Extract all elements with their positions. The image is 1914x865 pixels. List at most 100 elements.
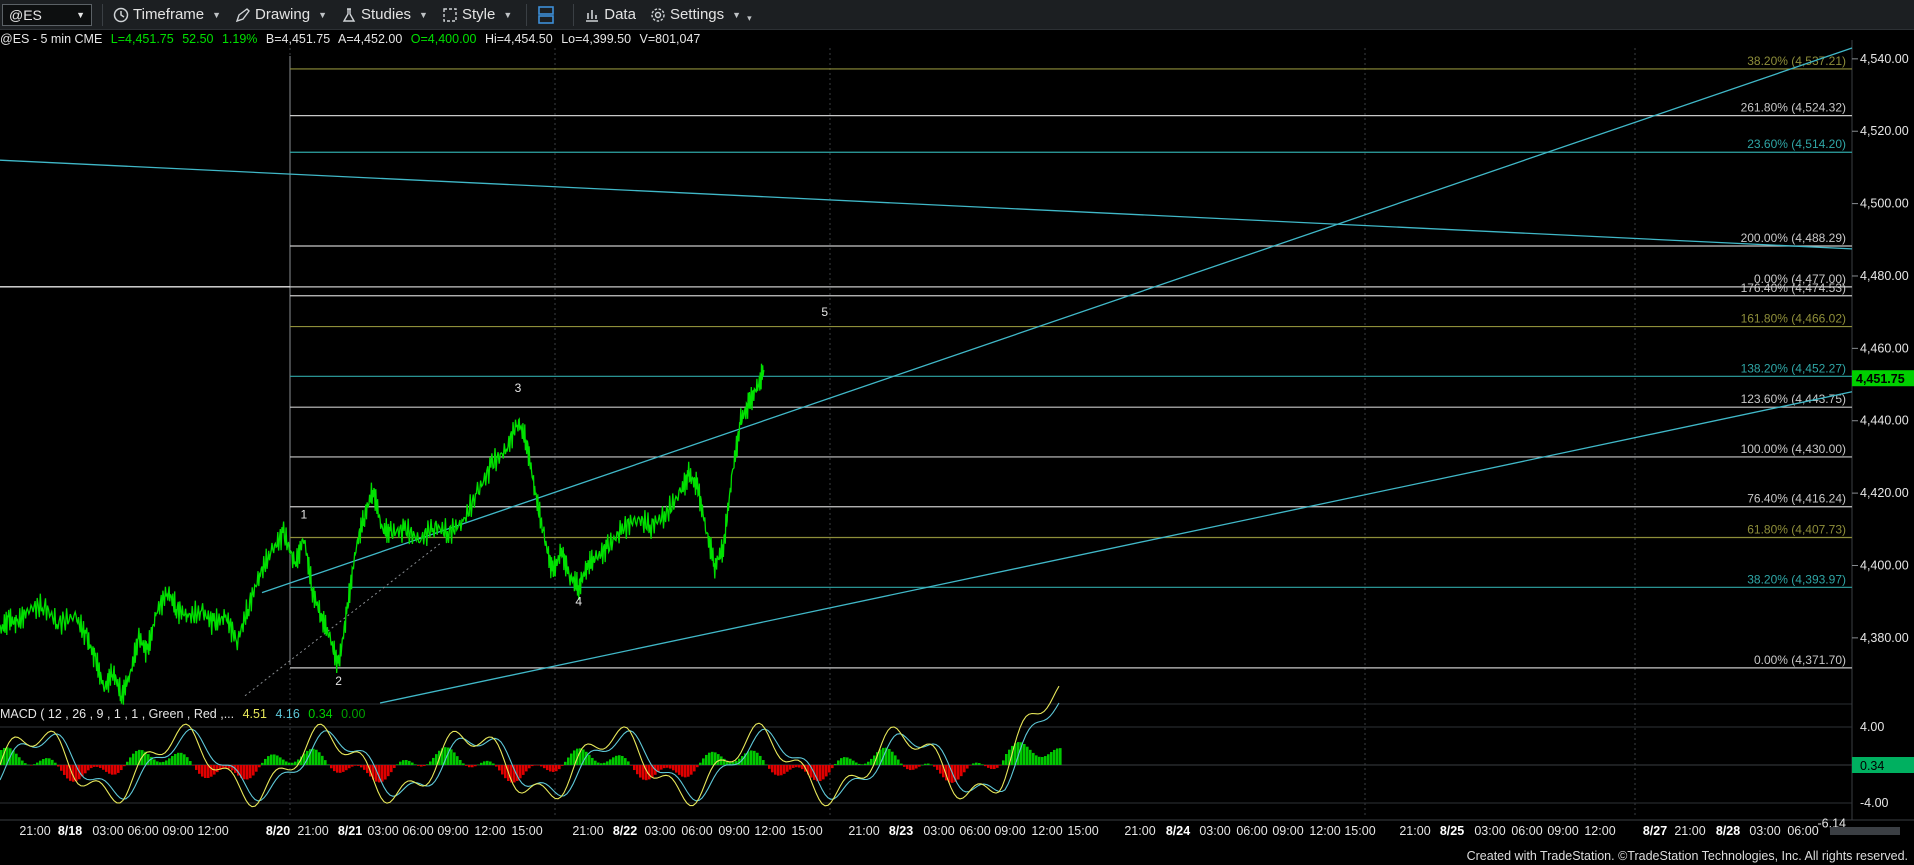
quote-info-bar: @ES - 5 min CME L=4,451.75 52.50 1.19% B… [0, 32, 705, 48]
macd-histogram-bar [624, 758, 627, 765]
macd-histogram-bar [465, 765, 468, 766]
macd-histogram-bar [891, 751, 894, 765]
macd-histogram-bar [498, 765, 501, 771]
chevron-down-icon: ▼ [732, 9, 742, 20]
x-tick-label: 21:00 [572, 824, 603, 838]
macd-histogram-bar [51, 759, 54, 765]
macd-histogram-bar [720, 756, 723, 765]
timeframe-menu[interactable]: Timeframe ▼ [113, 6, 221, 23]
macd-histogram-bar [174, 753, 177, 765]
macd-histogram-bar [570, 753, 573, 765]
macd-histogram-bar [417, 765, 420, 766]
data-menu[interactable]: Data [584, 6, 636, 23]
macd-histogram-bar [402, 760, 405, 765]
macd-histogram-bar [210, 765, 213, 777]
trendline-upper-descending [0, 159, 1853, 250]
macd-histogram-bar [525, 765, 528, 772]
layout-icon [538, 5, 555, 24]
macd-histogram-bar [294, 761, 297, 765]
studies-label: Studies [361, 6, 412, 23]
macd-histogram-bar [381, 765, 384, 782]
macd-histogram-bar [957, 765, 960, 780]
x-tick-label: 15:00 [1344, 824, 1375, 838]
macd-histogram-bar [1047, 754, 1050, 765]
macd-histogram-bar [336, 765, 339, 773]
macd-histogram-bar [114, 765, 117, 775]
macd-histogram-bar [600, 763, 603, 765]
macd-histogram-bar [36, 762, 39, 765]
macd-histogram-bar [705, 754, 708, 765]
macd-histogram-bar [1026, 746, 1029, 765]
x-tick-label: 12:00 [754, 824, 785, 838]
macd-histogram-bar [420, 765, 423, 767]
settings-menu[interactable]: Settings ▼ ▾ [650, 5, 752, 24]
macd-histogram-bar [543, 765, 546, 769]
y-tick-label: 4,400.00 [1860, 558, 1909, 572]
macd-histogram-bar [606, 761, 609, 765]
chevron-down-icon: ▾ [747, 13, 752, 23]
macd-histogram-bar [978, 763, 981, 765]
macd-histogram-bar [348, 765, 351, 769]
macd-histogram-bar [30, 765, 33, 766]
x-tick-label: 06:00 [681, 824, 712, 838]
macd-histogram-bar [675, 765, 678, 773]
ask-price: A=4,452.00 [337, 32, 403, 46]
macd-histogram-bar [117, 765, 120, 773]
layout-button[interactable] [537, 5, 559, 25]
macd-histogram-bar [831, 765, 834, 769]
macd-histogram-bar [840, 758, 843, 765]
price-chart[interactable]: 38.20% (4,537.21) 261.80% (4,524.32) 23.60… [0, 0, 1914, 865]
x-tick-label: 8/18 [58, 824, 82, 838]
x-tick-label: 15:00 [791, 824, 822, 838]
macd-histogram-bar [120, 765, 123, 771]
macd-histogram-bar [1032, 752, 1035, 765]
macd-histogram-bar [258, 765, 261, 768]
macd-histogram-bar [324, 760, 327, 765]
macd-histogram-bar [48, 758, 51, 765]
gear-icon [651, 7, 665, 22]
macd-histogram-bar [24, 763, 27, 765]
macd-histogram-bar [933, 765, 936, 767]
chart-scroll-thumb[interactable] [1830, 827, 1900, 835]
macd-histogram-bar [408, 760, 411, 765]
macd-histogram-bar [396, 764, 399, 765]
drawing-menu[interactable]: Drawing ▼ [235, 6, 327, 23]
macd-histogram-bar [102, 765, 105, 770]
macd-histogram-bar [501, 765, 504, 775]
x-tick-label: 09:00 [994, 824, 1025, 838]
macd-zero-value: 0.00 [341, 707, 366, 721]
macd-histogram-bar [105, 765, 108, 772]
fib-level-label: 100.00% (4,430.00) [1741, 442, 1846, 456]
macd-histogram-bar [837, 760, 840, 765]
macd-histogram-bar [468, 765, 471, 768]
macd-histogram-bar [870, 758, 873, 765]
macd-histogram-bar [474, 765, 477, 767]
x-tick-label: 8/21 [338, 824, 362, 838]
symbol-selector[interactable]: @ES ▼ [2, 3, 92, 26]
macd-histogram-bar [492, 763, 495, 765]
macd-histogram-bar [453, 752, 456, 765]
style-icon [443, 7, 457, 22]
x-tick-label: 09:00 [1547, 824, 1578, 838]
chevron-down-icon: ▼ [76, 9, 85, 20]
open-price: O=4,400.00 [410, 32, 477, 46]
macd-histogram-bar [774, 765, 777, 775]
macd-histogram-bar [708, 752, 711, 765]
macd-histogram-bar [975, 762, 978, 765]
x-tick-label: 8/24 [1166, 824, 1190, 838]
drawing-label: Drawing [255, 6, 311, 23]
macd-histogram-bar [717, 754, 720, 765]
macd-histogram-bar [480, 762, 483, 765]
macd-histogram-bar [399, 761, 402, 765]
macd-histogram-bar [963, 765, 966, 773]
studies-menu[interactable]: Studies ▼ [341, 6, 428, 23]
macd-histogram-bar [54, 762, 57, 765]
style-menu[interactable]: Style ▼ [442, 6, 512, 23]
x-tick-label: 03:00 [1749, 824, 1780, 838]
macd-histogram-bar [471, 765, 474, 768]
macd-histogram-bar [915, 765, 918, 769]
macd-histogram-bar [456, 756, 459, 765]
macd-histogram-bar [546, 765, 549, 771]
macd-histogram-bar [903, 765, 906, 767]
macd-histogram-bar [699, 762, 702, 765]
